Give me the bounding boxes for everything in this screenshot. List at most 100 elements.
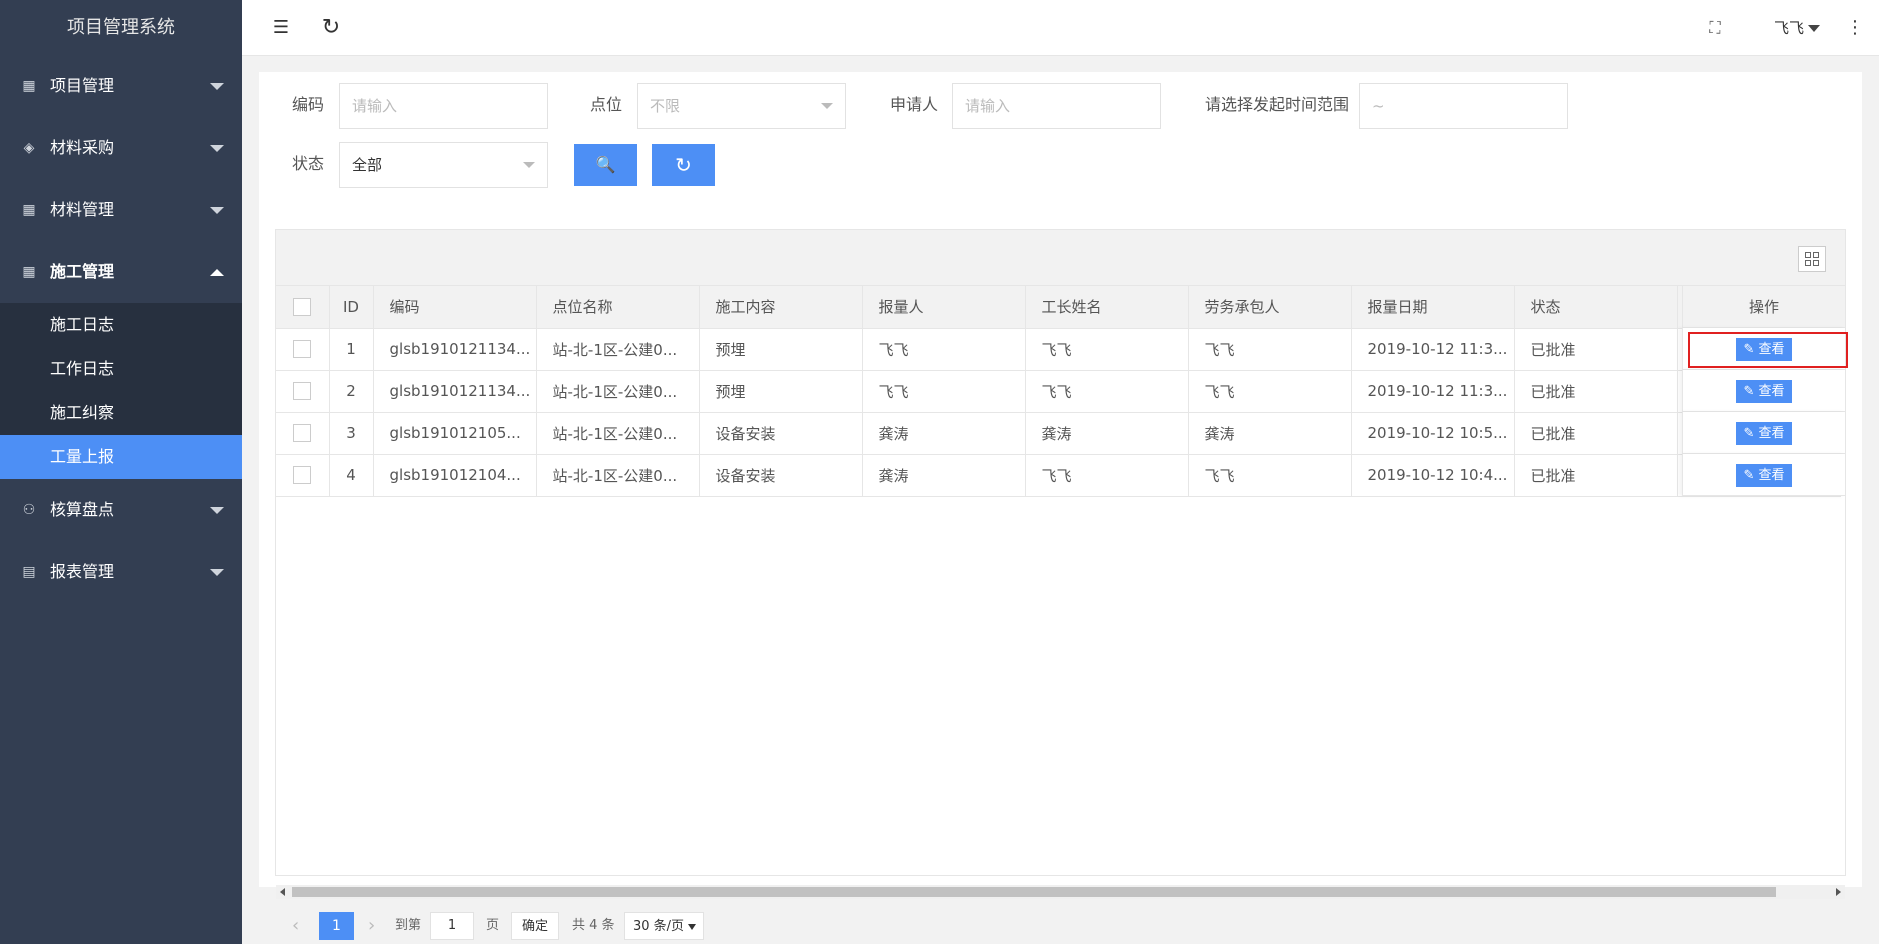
chevron-down-icon bbox=[210, 507, 224, 514]
row-checkbox[interactable] bbox=[293, 382, 312, 401]
cell-point: 站-北-1区-公建0... bbox=[536, 328, 700, 371]
main-panel: 编码 点位 不限 申请人 请选择发起时间范围 状态 全部 🔍 ↻ bbox=[259, 72, 1862, 940]
view-button[interactable]: ✎ 查看 bbox=[1736, 380, 1792, 403]
col-foreman[interactable]: 工长姓名 bbox=[1025, 286, 1189, 329]
edit-icon: ✎ bbox=[1743, 426, 1759, 441]
row-checkbox[interactable] bbox=[293, 340, 312, 359]
cell-date: 2019-10-12 10:5... bbox=[1351, 412, 1515, 455]
view-label: 查看 bbox=[1758, 384, 1785, 399]
horizontal-scrollbar[interactable] bbox=[276, 885, 1845, 899]
ops-column: 操作 ✎ 查看 ✎ 查看 ✎ 查看 ✎ 查看 bbox=[1682, 286, 1845, 496]
applicant-input[interactable] bbox=[952, 83, 1161, 129]
point-select[interactable]: 不限 bbox=[637, 83, 846, 129]
prev-page-icon[interactable]: ‹ bbox=[292, 912, 299, 940]
scroll-right-icon[interactable] bbox=[1836, 888, 1841, 896]
row-checkbox[interactable] bbox=[293, 424, 312, 443]
table-grid: ID 编码 点位名称 施工内容 报量人 工长姓名 劳务承包人 报量日期 状态 1… bbox=[276, 286, 1841, 497]
submenu-construction: 施工日志 工作日志 施工纠察 工量上报 bbox=[0, 303, 242, 479]
cell-contractor: 龚涛 bbox=[1188, 412, 1352, 455]
row-select-cell bbox=[276, 454, 330, 497]
column-filter-icon[interactable] bbox=[1798, 246, 1826, 272]
construction-icon: ▦ bbox=[22, 264, 36, 280]
fullscreen-icon[interactable]: ⛶ bbox=[1702, 0, 1728, 56]
submenu-item-construction-log[interactable]: 施工日志 bbox=[0, 303, 242, 347]
user-name: 飞飞 bbox=[1773, 19, 1804, 37]
menu-label: 材料管理 bbox=[50, 200, 115, 219]
col-reporter[interactable]: 报量人 bbox=[862, 286, 1026, 329]
reset-button[interactable]: ↻ bbox=[652, 144, 715, 186]
menu-item-procurement[interactable]: ◈ 材料采购 bbox=[0, 117, 242, 179]
menu-label: 核算盘点 bbox=[50, 500, 115, 519]
page-size-select[interactable]: 30 条/页 bbox=[624, 912, 704, 940]
ops-cell: ✎ 查看 bbox=[1682, 412, 1845, 454]
col-date[interactable]: 报量日期 bbox=[1351, 286, 1515, 329]
cell-point: 站-北-1区-公建0... bbox=[536, 454, 700, 497]
menu-item-material[interactable]: ▦ 材料管理 bbox=[0, 179, 242, 241]
submenu-item-inspection[interactable]: 施工纠察 bbox=[0, 391, 242, 435]
row-select-cell bbox=[276, 328, 330, 371]
time-range-input[interactable] bbox=[1359, 83, 1568, 129]
cell-foreman: 龚涛 bbox=[1025, 412, 1189, 455]
cell-reporter: 龚涛 bbox=[862, 454, 1026, 497]
row-select-cell bbox=[276, 370, 330, 413]
cell-id: 1 bbox=[329, 328, 374, 371]
menu-label: 报表管理 bbox=[50, 562, 115, 581]
chevron-down-icon bbox=[210, 83, 224, 90]
chevron-down-icon bbox=[210, 207, 224, 214]
refresh-icon[interactable]: ↻ bbox=[318, 0, 344, 56]
menu-item-reports[interactable]: ▤ 报表管理 bbox=[0, 541, 242, 603]
cell-status: 已批准 bbox=[1514, 454, 1678, 497]
search-button[interactable]: 🔍 bbox=[574, 144, 637, 186]
next-page-icon[interactable]: › bbox=[368, 912, 375, 940]
ops-cell: ✎ 查看 bbox=[1682, 370, 1845, 412]
menu-label: 材料采购 bbox=[50, 138, 115, 157]
select-all-checkbox[interactable] bbox=[293, 298, 312, 316]
table-row: 2 glsb1910121134... 站-北-1区-公建0... 预埋 飞飞 … bbox=[276, 370, 1841, 413]
page-confirm-button[interactable]: 确定 bbox=[511, 912, 560, 940]
page-unit-label: 页 bbox=[486, 918, 500, 933]
chevron-down-icon bbox=[210, 569, 224, 576]
cell-date: 2019-10-12 10:4... bbox=[1351, 454, 1515, 497]
cell-content: 预埋 bbox=[699, 328, 863, 371]
col-status[interactable]: 状态 bbox=[1514, 286, 1678, 329]
row-checkbox[interactable] bbox=[293, 466, 312, 485]
menu-item-project[interactable]: ▦ 项目管理 bbox=[0, 55, 242, 117]
view-button[interactable]: ✎ 查看 bbox=[1736, 464, 1792, 487]
pagination: ‹ 1 › 到第 页 确定 共 4 条 30 条/页 bbox=[276, 902, 1845, 944]
menu-label: 施工管理 bbox=[50, 262, 115, 281]
menu-toggle-icon[interactable]: ☰ bbox=[268, 0, 294, 56]
cell-status: 已批准 bbox=[1514, 328, 1678, 371]
submenu-item-quantity-report[interactable]: 工量上报 bbox=[0, 435, 242, 479]
menu-item-accounting[interactable]: ⚇ 核算盘点 bbox=[0, 479, 242, 541]
cell-point: 站-北-1区-公建0... bbox=[536, 370, 700, 413]
col-ops: 操作 bbox=[1682, 286, 1845, 328]
code-input[interactable] bbox=[339, 83, 548, 129]
refresh-icon: ↻ bbox=[675, 153, 692, 177]
page-jump-input[interactable] bbox=[430, 912, 474, 940]
scrollbar-thumb[interactable] bbox=[292, 887, 1776, 897]
col-code[interactable]: 编码 bbox=[373, 286, 537, 329]
cell-content: 设备安装 bbox=[699, 412, 863, 455]
view-button[interactable]: ✎ 查看 bbox=[1736, 422, 1792, 445]
submenu-item-work-log[interactable]: 工作日志 bbox=[0, 347, 242, 391]
page-current[interactable]: 1 bbox=[319, 912, 354, 940]
code-label: 编码 bbox=[292, 95, 325, 114]
cell-content: 预埋 bbox=[699, 370, 863, 413]
chevron-down-icon bbox=[523, 162, 535, 168]
status-select-value: 全部 bbox=[352, 156, 383, 174]
point-label: 点位 bbox=[590, 95, 623, 114]
edit-icon: ✎ bbox=[1743, 468, 1759, 483]
data-table: ID 编码 点位名称 施工内容 报量人 工长姓名 劳务承包人 报量日期 状态 1… bbox=[275, 229, 1846, 940]
layers-icon: ◈ bbox=[23, 140, 35, 156]
time-range-label: 请选择发起时间范围 bbox=[1205, 95, 1350, 114]
col-point[interactable]: 点位名称 bbox=[536, 286, 700, 329]
scroll-left-icon[interactable] bbox=[280, 888, 285, 896]
more-icon[interactable]: ⋮ bbox=[1842, 0, 1868, 56]
col-content[interactable]: 施工内容 bbox=[699, 286, 863, 329]
menu-item-construction[interactable]: ▦ 施工管理 bbox=[0, 241, 242, 303]
row-select-cell bbox=[276, 412, 330, 455]
col-contractor[interactable]: 劳务承包人 bbox=[1188, 286, 1352, 329]
status-select[interactable]: 全部 bbox=[339, 142, 548, 188]
col-id[interactable]: ID bbox=[329, 286, 374, 329]
user-menu[interactable]: 飞飞 bbox=[1762, 0, 1832, 56]
